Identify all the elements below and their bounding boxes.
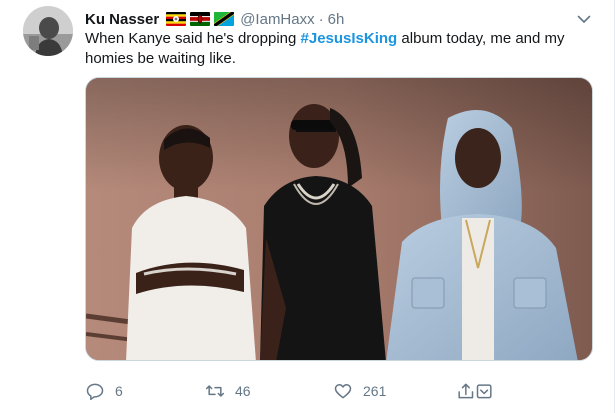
share-icon: [458, 383, 492, 399]
photo-image: [86, 78, 592, 360]
like-count: 261: [363, 383, 387, 399]
author-handle[interactable]: @IamHaxx: [240, 11, 314, 28]
reply-button[interactable]: 6: [85, 381, 123, 401]
retweet-count: 46: [235, 383, 251, 399]
avatar[interactable]: [23, 6, 73, 56]
tweet-actions: 6 46 261: [85, 381, 515, 405]
header-separator: ·: [318, 10, 324, 28]
author-name[interactable]: Ku Nasser: [85, 11, 159, 28]
tweet-text-before: When Kanye said he's dropping: [85, 30, 301, 47]
tweet-text: When Kanye said he's dropping #JesusIsKi…: [85, 29, 575, 69]
heart-icon: [334, 384, 352, 399]
kenya-flag-icon: [190, 12, 211, 26]
flag-emojis: [166, 12, 235, 26]
tanzania-flag-icon: [214, 12, 235, 26]
reply-count: 6: [115, 383, 123, 399]
tweet: Ku Nasser @IamHaxx · 6h When Kanye said …: [0, 0, 615, 413]
tweet-timestamp[interactable]: 6h: [328, 11, 345, 28]
like-button[interactable]: 261: [333, 381, 386, 401]
retweet-icon: [205, 385, 225, 397]
chevron-down-icon[interactable]: [576, 11, 592, 27]
reply-icon: [86, 383, 104, 401]
tweet-header: Ku Nasser @IamHaxx · 6h: [85, 9, 344, 29]
retweet-button[interactable]: 46: [205, 381, 251, 401]
uganda-flag-icon: [166, 12, 187, 26]
share-button[interactable]: [453, 381, 497, 401]
avatar-image: [23, 6, 73, 56]
tweet-photo[interactable]: [85, 77, 593, 361]
hashtag-link[interactable]: #JesusIsKing: [301, 30, 398, 47]
